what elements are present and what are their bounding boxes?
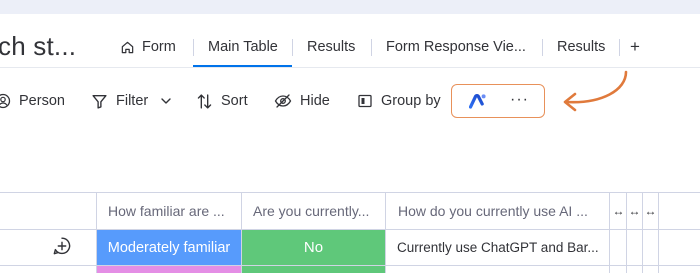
plus-icon: + bbox=[630, 37, 640, 56]
status-cell-pink[interactable] bbox=[97, 266, 241, 273]
tab-divider bbox=[542, 39, 543, 56]
home-icon bbox=[120, 40, 135, 55]
tab-label: Main Table bbox=[208, 39, 278, 55]
group-by-icon bbox=[357, 93, 373, 109]
top-bar bbox=[0, 0, 700, 14]
add-update-icon[interactable] bbox=[52, 236, 72, 261]
currently-status-cell[interactable]: No bbox=[242, 230, 385, 265]
tab-results[interactable]: Results bbox=[307, 28, 355, 66]
tab-form[interactable]: Form bbox=[120, 28, 176, 66]
ai-usage-text-cell[interactable]: Currently use ChatGPT and Bar... bbox=[386, 230, 609, 265]
group-by-label: Group by bbox=[381, 93, 441, 109]
status-cell-green[interactable] bbox=[242, 266, 385, 273]
column-header-currently[interactable]: Are you currently... bbox=[253, 193, 383, 229]
column-header-ai-usage[interactable]: How do you currently use AI ... bbox=[398, 193, 606, 229]
sort-label: Sort bbox=[221, 93, 248, 109]
column-resize-icon[interactable]: ↔ bbox=[642, 193, 659, 229]
group-by-button[interactable]: Group by bbox=[357, 84, 441, 118]
view-tabs: Form Main Table Results Form Response Vi… bbox=[0, 28, 700, 68]
tab-results-2[interactable]: Results bbox=[557, 28, 605, 66]
filter-icon bbox=[91, 93, 108, 110]
sort-button[interactable]: Sort bbox=[196, 84, 248, 118]
tab-divider bbox=[371, 39, 372, 56]
ai-assistant-icon[interactable] bbox=[468, 93, 487, 114]
person-filter-button[interactable]: Person bbox=[0, 84, 65, 118]
filter-label: Filter bbox=[116, 93, 149, 109]
tab-divider bbox=[619, 39, 620, 56]
filter-button[interactable]: Filter bbox=[91, 84, 172, 118]
column-resize-icon[interactable]: ↔ bbox=[626, 193, 643, 229]
person-label: Person bbox=[19, 93, 65, 109]
tab-label: Results bbox=[557, 39, 606, 55]
tab-label: Form Response Vie... bbox=[386, 39, 526, 55]
hide-label: Hide bbox=[300, 93, 330, 109]
hide-button[interactable]: Hide bbox=[274, 84, 330, 118]
sort-icon bbox=[196, 93, 213, 110]
tab-label: Form bbox=[142, 39, 176, 55]
more-options-icon[interactable]: ··· bbox=[510, 92, 529, 108]
tab-divider bbox=[193, 39, 194, 56]
add-view-button[interactable]: + bbox=[630, 28, 640, 66]
person-icon bbox=[0, 93, 11, 109]
eye-off-icon bbox=[274, 93, 292, 109]
familiarity-status-cell[interactable]: Moderately familiar bbox=[97, 230, 241, 265]
ai-tools-highlight-box: ··· bbox=[451, 84, 545, 118]
tab-main-table[interactable]: Main Table bbox=[208, 28, 278, 66]
tab-divider bbox=[292, 39, 293, 56]
column-header-familiarity[interactable]: How familiar are ... bbox=[108, 193, 238, 229]
annotation-arrow-icon bbox=[563, 70, 628, 112]
chevron-down-icon[interactable] bbox=[160, 95, 172, 107]
tab-form-response-view[interactable]: Form Response Vie... bbox=[386, 28, 526, 66]
column-resize-icon[interactable]: ↔ bbox=[610, 193, 627, 229]
tab-label: Results bbox=[307, 39, 356, 55]
